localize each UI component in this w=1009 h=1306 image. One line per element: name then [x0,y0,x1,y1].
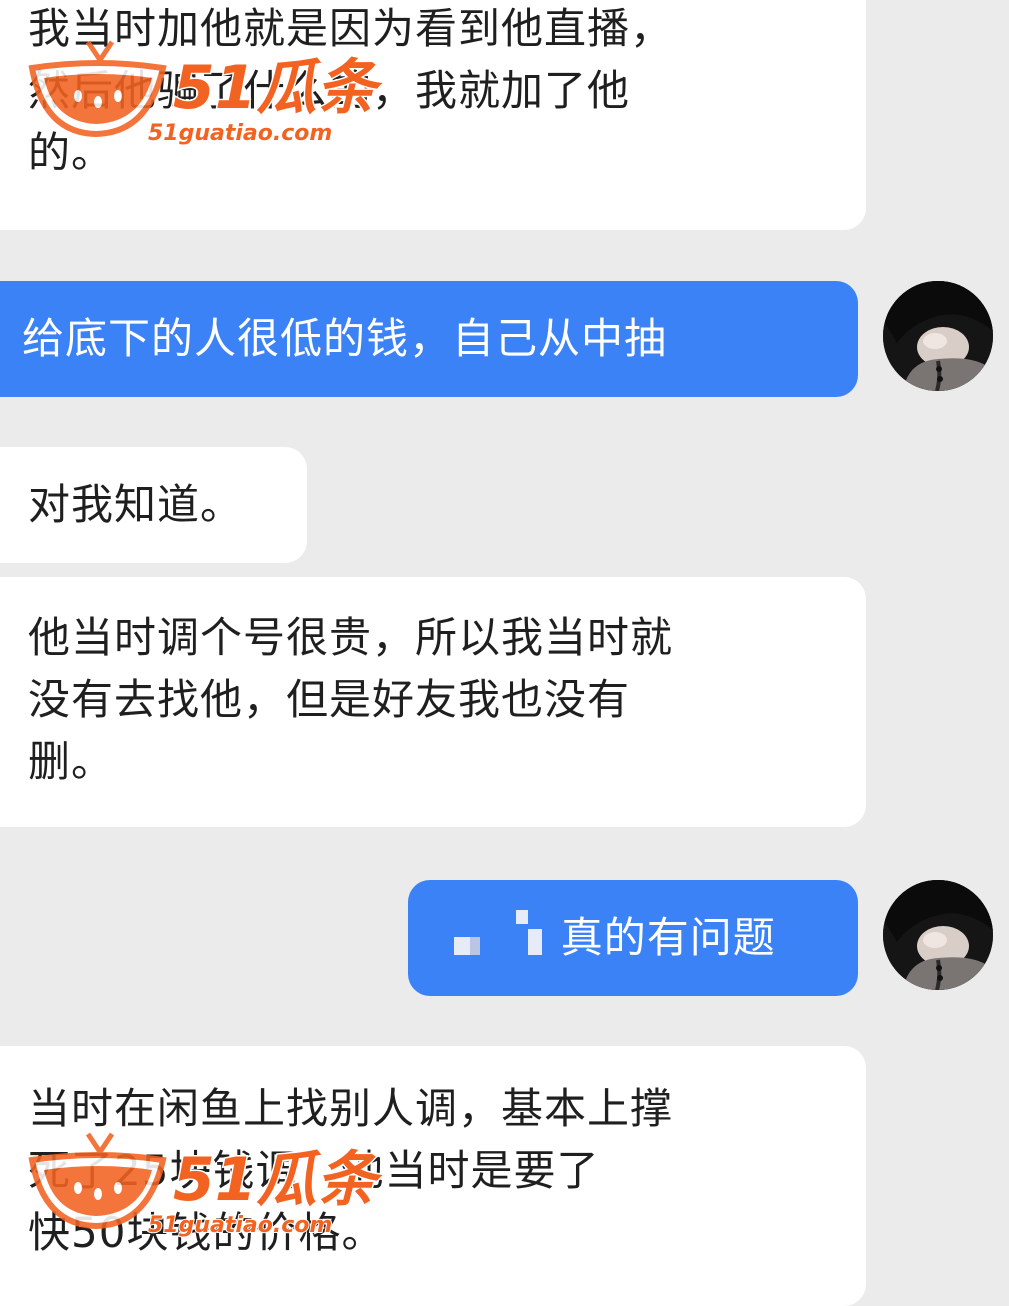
message-line: 没有去找他，但是好友我也没有 [28,675,631,724]
message-line: 的。 [28,128,115,177]
message-line: 他当时调个号很贵，所以我当时就 [28,613,674,662]
message-bubble-incoming[interactable]: 当时在闲鱼上找别人调，基本上撑 死了25块钱调，他当时是要了 快50块钱的价格。 [0,1046,866,1306]
message-bubble-outgoing[interactable]: 真的有问题 [408,880,858,996]
message-bubble-incoming[interactable]: 对我知道。 [0,447,307,563]
message-line: 我当时加他就是因为看到他直播， [28,4,674,53]
message-line: 删。 [28,737,115,786]
user-avatar[interactable] [883,281,993,391]
message-line: 然后他骗了什么的，我就加了他 [28,66,631,115]
message-bubble-outgoing[interactable]: 给底下的人很低的钱，自己从中抽 [0,281,858,397]
message-text: 真的有问题 [560,913,776,962]
message-line: 死了25块钱调，他当时是要了 [28,1146,600,1195]
message-text: 给底下的人很低的钱，自己从中抽 [22,314,668,363]
message-text: 对我知道。 [28,480,244,529]
redacted-pixelation-icon [454,910,480,972]
message-line: 当时在闲鱼上找别人调，基本上撑 [28,1084,674,1133]
message-line: 快50块钱的价格。 [28,1208,385,1257]
redacted-pixelation-icon [516,909,543,972]
message-bubble-incoming[interactable]: 他当时调个号很贵，所以我当时就 没有去找他，但是好友我也没有 删。 [0,577,866,827]
message-bubble-incoming[interactable]: 我当时加他就是因为看到他直播， 然后他骗了什么的，我就加了他 的。 [0,0,866,230]
user-avatar[interactable] [883,880,993,990]
